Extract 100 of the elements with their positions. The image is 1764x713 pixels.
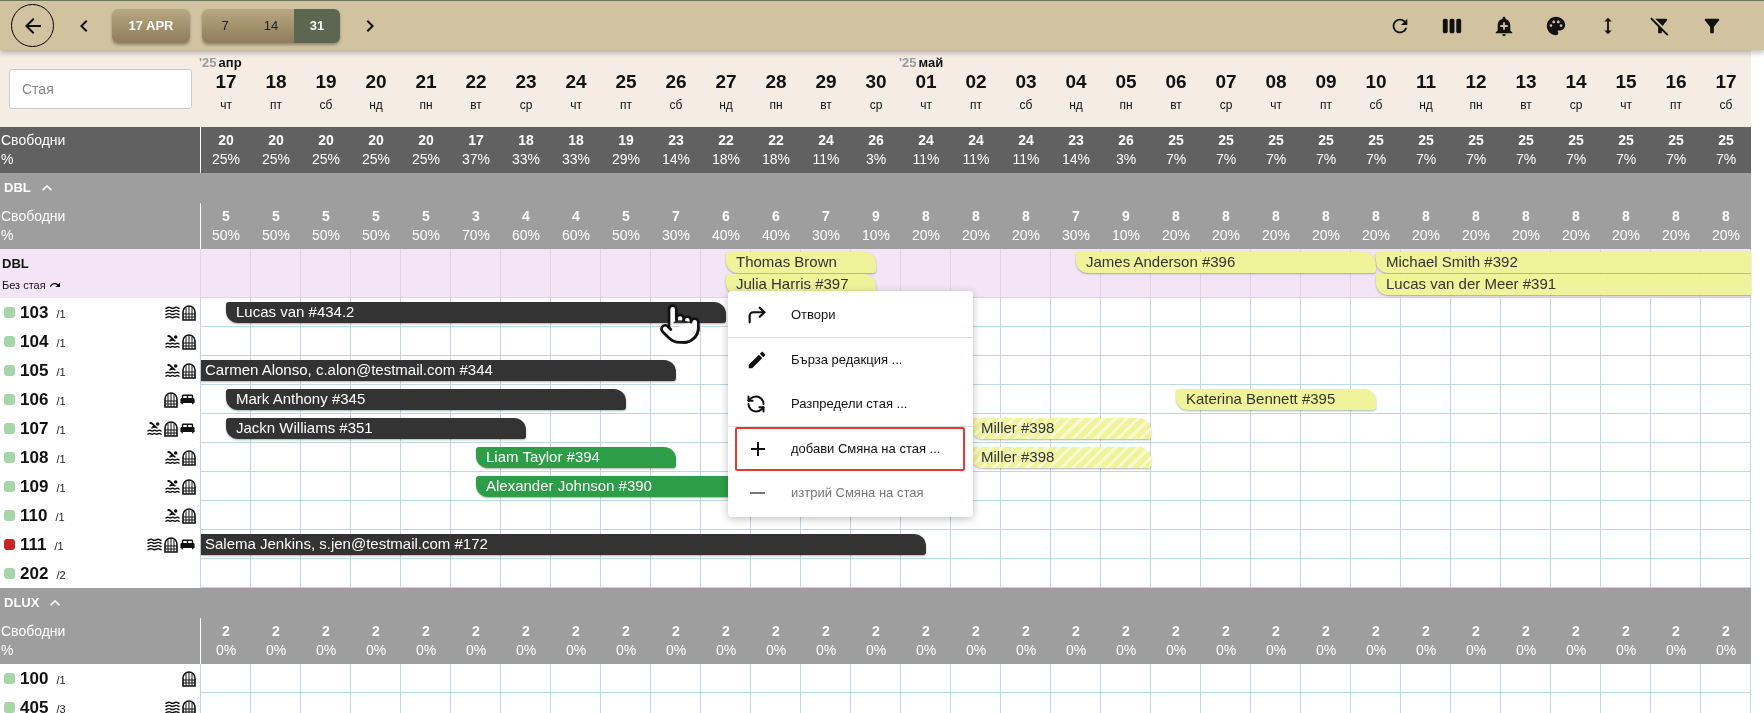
free-count: 24 — [818, 131, 834, 150]
room-number[interactable]: 104 — [20, 328, 49, 355]
booking-bar[interactable]: Lucas van #434.2 — [226, 302, 726, 323]
menu-item[interactable]: Разпредели стая ... — [735, 382, 965, 426]
room-number[interactable]: 106 — [20, 386, 49, 413]
free-percent: 25% — [312, 150, 340, 169]
day-number: 16 — [1665, 70, 1687, 94]
range-option[interactable]: 7 — [202, 8, 248, 43]
menu-item[interactable]: Отвори — [735, 293, 965, 337]
range-option[interactable]: 14 — [248, 8, 294, 43]
room-number[interactable]: 105 — [20, 357, 49, 384]
free-count: 2 — [1672, 622, 1680, 641]
menu-item[interactable]: добави Смяна на стая ... — [735, 427, 965, 471]
weekday-label: нд — [1419, 97, 1433, 114]
free-count: 2 — [1622, 622, 1630, 641]
free-count: 25 — [1368, 131, 1384, 150]
free-percent: 50% — [262, 226, 290, 245]
free-percent: 30% — [1062, 226, 1090, 245]
booking-bar[interactable]: Katerina Bennett #395 — [1176, 389, 1376, 410]
day-number: 02 — [965, 70, 987, 94]
free-percent: 0% — [1115, 641, 1137, 660]
free-count: 23 — [668, 131, 684, 150]
booking-bar[interactable]: Salema Jenkins, s.jen@testmail.com #172 — [201, 534, 926, 555]
free-count: 9 — [1122, 207, 1130, 226]
free-percent: 40% — [762, 226, 790, 245]
booking-bar[interactable]: Lucas van der Meer #391 — [1376, 274, 1751, 295]
booking-bar[interactable]: Miller #398 — [971, 418, 1151, 439]
day-number: 25 — [615, 70, 637, 94]
free-percent: 50% — [362, 226, 390, 245]
room-number[interactable]: 100 — [20, 665, 49, 692]
free-percent: 50% — [412, 226, 440, 245]
free-percent: 20% — [1562, 226, 1590, 245]
weekday-label: чт — [1270, 97, 1282, 114]
free-percent: 14% — [662, 150, 690, 169]
menu-item[interactable]: Бърза редакция ... — [735, 338, 965, 382]
room-number[interactable]: 111 — [20, 531, 47, 558]
bed-count: /1 — [56, 451, 66, 467]
day-number: 10 — [1365, 70, 1387, 94]
free-percent: 0% — [1065, 641, 1087, 660]
free-percent: 0% — [1015, 641, 1037, 660]
year-label: '25 — [199, 54, 217, 72]
free-percent: 0% — [815, 641, 837, 660]
free-count: 2 — [222, 622, 230, 641]
free-percent: 0% — [365, 641, 387, 660]
free-percent: 60% — [562, 226, 590, 245]
day-number: 29 — [815, 70, 837, 94]
booking-bar[interactable]: Jackn Williams #351 — [226, 418, 526, 439]
free-percent: 0% — [1265, 641, 1287, 660]
room-number[interactable]: 110 — [20, 502, 48, 529]
free-count: 5 — [622, 207, 630, 226]
free-percent: 0% — [565, 641, 587, 660]
free-count: 2 — [672, 622, 680, 641]
room-number[interactable]: 109 — [20, 473, 49, 500]
free-count: 8 — [1422, 207, 1430, 226]
booking-bar[interactable]: Carmen Alonso, c.alon@testmail.com #344 — [201, 360, 676, 381]
free-percent: 3% — [1115, 150, 1137, 169]
booking-bar[interactable]: Mark Anthony #345 — [226, 389, 626, 410]
room-number[interactable]: 405 — [20, 694, 49, 713]
free-percent: 3% — [865, 150, 887, 169]
free-count: 8 — [1372, 207, 1380, 226]
weekday-label: пт — [270, 97, 282, 114]
weekday-label: сб — [1369, 97, 1383, 114]
room-number[interactable]: 107 — [20, 415, 49, 442]
free-count: 3 — [472, 207, 480, 226]
booking-bar[interactable]: Michael Smith #392 — [1376, 252, 1751, 273]
free-count: 20 — [368, 131, 384, 150]
free-count: 8 — [1672, 207, 1680, 226]
free-percent: 0% — [465, 641, 487, 660]
booking-bar[interactable]: Miller #398 — [971, 447, 1151, 468]
free-percent: 0% — [665, 641, 687, 660]
percent-label: % — [1, 641, 14, 660]
free-count: 2 — [1472, 622, 1480, 641]
day-number: 30 — [865, 70, 887, 94]
room-number[interactable]: 202 — [20, 560, 49, 587]
free-label: Свободни — [1, 131, 66, 150]
free-count: 2 — [372, 622, 380, 641]
weekday-label: чт — [920, 97, 932, 114]
free-count: 22 — [718, 131, 734, 150]
room-number[interactable]: 108 — [20, 444, 49, 471]
free-percent: 25% — [212, 150, 240, 169]
room-number[interactable]: 103 — [20, 299, 49, 326]
free-percent: 0% — [215, 641, 237, 660]
weekday-label: вт — [1520, 97, 1532, 114]
free-count: 8 — [1622, 207, 1630, 226]
free-percent: 7% — [1615, 150, 1637, 169]
free-count: 8 — [1022, 207, 1030, 226]
free-count: 5 — [222, 207, 230, 226]
room-search-field[interactable]: Стая — [9, 68, 192, 109]
free-percent: 20% — [962, 226, 990, 245]
free-percent: 0% — [1165, 641, 1187, 660]
free-count: 25 — [1168, 131, 1184, 150]
free-count: 2 — [622, 622, 630, 641]
range-option[interactable]: 31 — [294, 8, 340, 43]
day-number: 01 — [915, 70, 937, 94]
booking-bar[interactable]: Thomas Brown — [726, 252, 876, 273]
free-percent: 7% — [1665, 150, 1687, 169]
booking-bar[interactable]: James Anderson #396 — [1076, 252, 1376, 273]
day-number: 21 — [415, 70, 437, 94]
free-percent: 20% — [912, 226, 940, 245]
free-count: 24 — [968, 131, 984, 150]
